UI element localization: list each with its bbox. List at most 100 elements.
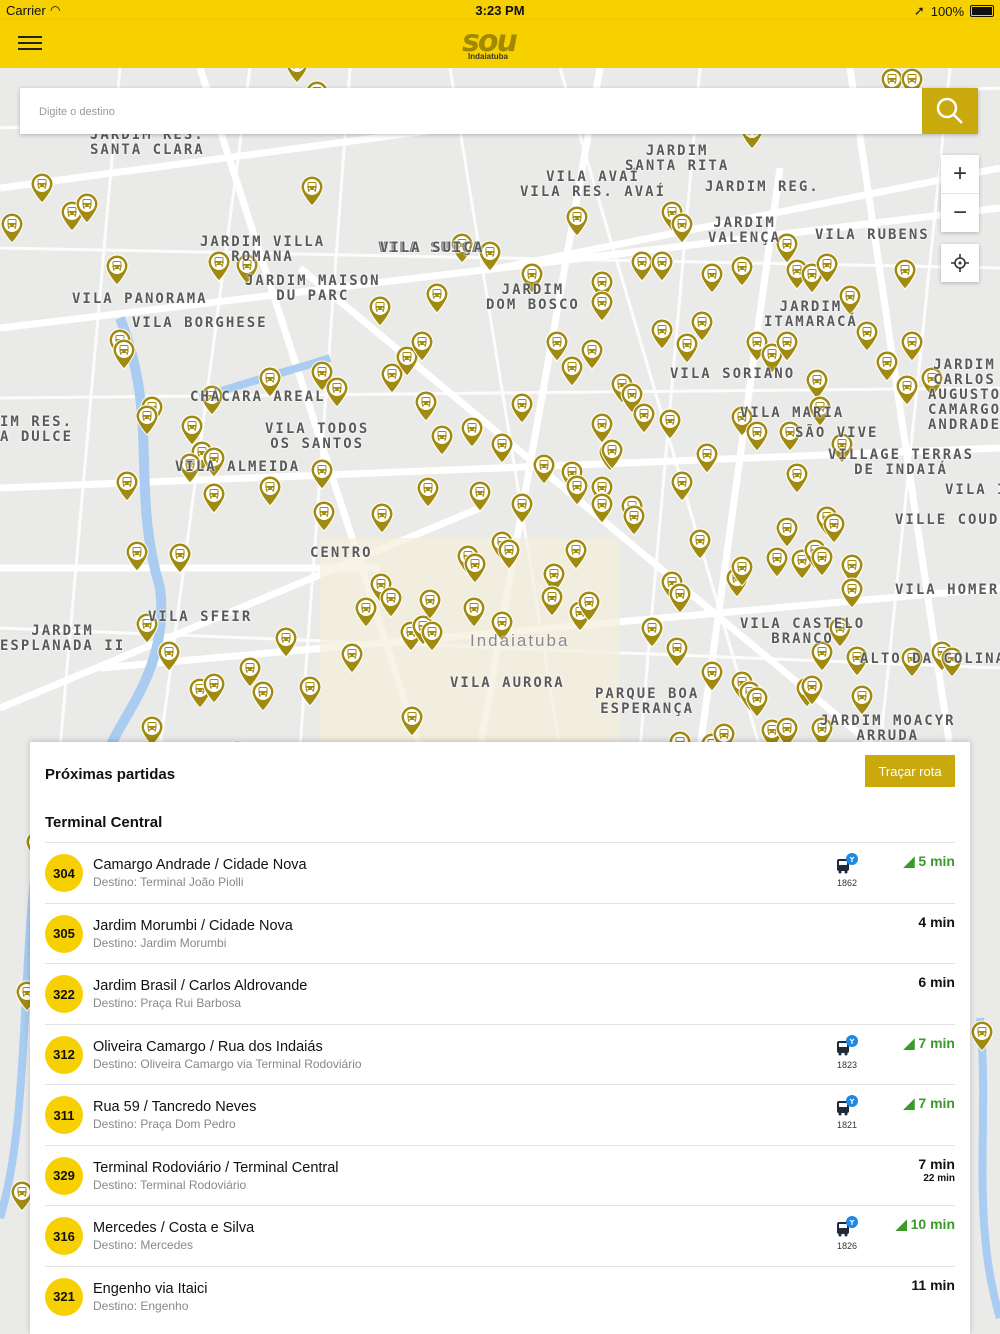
bus-stop-pin-icon[interactable]	[700, 660, 724, 692]
bus-stop-pin-icon[interactable]	[430, 424, 454, 456]
departure-row[interactable]: 322 Jardim Brasil / Carlos Aldrovande Dest…	[45, 963, 955, 1024]
bus-stop-pin-icon[interactable]	[690, 310, 714, 342]
line-number-badge: 312	[45, 1035, 83, 1074]
bus-stop-pin-icon[interactable]	[105, 254, 129, 286]
bus-stop-pin-icon[interactable]	[325, 376, 349, 408]
destination-search-input[interactable]	[20, 88, 921, 136]
bus-stop-pin-icon[interactable]	[112, 338, 136, 370]
bus-stop-pin-icon[interactable]	[900, 330, 924, 362]
departure-row[interactable]: 305 Jardim Morumbi / Cidade Nova Destino: …	[45, 902, 955, 964]
bus-stop-pin-icon[interactable]	[895, 374, 919, 406]
bus-stop-pin-icon[interactable]	[650, 318, 674, 350]
bus-stop-pin-icon[interactable]	[815, 252, 839, 284]
bus-stop-pin-icon[interactable]	[462, 596, 486, 628]
bus-stop-pin-icon[interactable]	[670, 212, 694, 244]
bus-stop-pin-icon[interactable]	[115, 470, 139, 502]
bus-stop-pin-icon[interactable]	[800, 674, 824, 706]
bus-stop-pin-icon[interactable]	[340, 642, 364, 674]
bus-stop-pin-icon[interactable]	[258, 475, 282, 507]
bus-stop-pin-icon[interactable]	[745, 420, 769, 452]
bus-stop-pin-icon[interactable]	[463, 552, 487, 584]
bus-stop-pin-icon[interactable]	[577, 590, 601, 622]
bus-stop-pin-icon[interactable]	[564, 538, 588, 570]
bus-stop-pin-icon[interactable]	[565, 205, 589, 237]
bus-stop-pin-icon[interactable]	[700, 262, 724, 294]
departure-row[interactable]: 329 Terminal Rodoviário / Terminal Centra…	[45, 1144, 955, 1206]
bus-stop-pin-icon[interactable]	[665, 636, 689, 668]
bus-stop-pin-icon[interactable]	[590, 492, 614, 524]
bus-stop-pin-icon[interactable]	[840, 577, 864, 609]
bus-stop-pin-icon[interactable]	[157, 640, 181, 672]
bus-stop-pin-icon[interactable]	[765, 546, 789, 578]
bus-stop-pin-icon[interactable]	[418, 588, 442, 620]
bus-stop-pin-icon[interactable]	[622, 504, 646, 536]
bus-stop-pin-icon[interactable]	[490, 432, 514, 464]
bus-stop-pin-icon[interactable]	[532, 453, 556, 485]
bus-stop-pin-icon[interactable]	[640, 616, 664, 648]
bus-stop-pin-icon[interactable]	[580, 338, 604, 370]
bus-stop-pin-icon[interactable]	[775, 330, 799, 362]
bus-stop-pin-icon[interactable]	[497, 538, 521, 570]
bus-stop-pin-icon[interactable]	[416, 476, 440, 508]
bus-stop-pin-icon[interactable]	[695, 442, 719, 474]
bus-stop-pin-icon[interactable]	[730, 555, 754, 587]
departure-row[interactable]: 312 Oliveira Camargo / Rua dos Indaiás Des…	[45, 1023, 955, 1085]
bus-stop-pin-icon[interactable]	[510, 392, 534, 424]
bus-stop-pin-icon[interactable]	[251, 680, 275, 712]
bus-stop-pin-icon[interactable]	[855, 320, 879, 352]
bus-stop-pin-icon[interactable]	[893, 258, 917, 290]
bus-stop-pin-icon[interactable]	[775, 516, 799, 548]
bus-stop-pin-icon[interactable]	[202, 672, 226, 704]
bus-stop-pin-icon[interactable]	[75, 192, 99, 224]
zoom-in-button[interactable]: +	[941, 155, 979, 193]
bus-stop-pin-icon[interactable]	[135, 404, 159, 436]
bus-stop-pin-icon[interactable]	[379, 586, 403, 618]
bus-stop-pin-icon[interactable]	[425, 282, 449, 314]
departure-row[interactable]: 316 Mercedes / Costa e Silva Destino: Merc…	[45, 1205, 955, 1266]
my-location-button[interactable]	[941, 244, 979, 282]
bus-stop-pin-icon[interactable]	[168, 542, 192, 574]
bus-stop-pin-icon[interactable]	[970, 1020, 994, 1052]
bus-stop-pin-icon[interactable]	[600, 438, 624, 470]
bus-stop-pin-icon[interactable]	[730, 255, 754, 287]
bus-stop-pin-icon[interactable]	[410, 330, 434, 362]
bus-stop-pin-icon[interactable]	[590, 290, 614, 322]
bus-stop-pin-icon[interactable]	[658, 408, 682, 440]
bus-stop-pin-icon[interactable]	[810, 545, 834, 577]
bus-stop-pin-icon[interactable]	[298, 675, 322, 707]
bus-stop-pin-icon[interactable]	[688, 528, 712, 560]
bus-stop-pin-icon[interactable]	[370, 502, 394, 534]
map-area-label: Indaiatuba	[470, 631, 570, 650]
bus-stop-pin-icon[interactable]	[274, 626, 298, 658]
bus-stop-pin-icon[interactable]	[420, 620, 444, 652]
zoom-out-button[interactable]: −	[941, 193, 979, 232]
departure-row[interactable]: 304 Camargo Andrade / Cidade Nova Destino:…	[45, 842, 955, 903]
bus-stop-pin-icon[interactable]	[0, 212, 24, 244]
bus-stop-pin-icon[interactable]	[414, 390, 438, 422]
search-button[interactable]	[922, 88, 978, 134]
bus-stop-pin-icon[interactable]	[125, 540, 149, 572]
bus-stop-pin-icon[interactable]	[540, 585, 564, 617]
hamburger-menu-button[interactable]	[16, 32, 44, 56]
departure-row[interactable]: 311 Rua 59 / Tancredo Neves Destino: Praça…	[45, 1084, 955, 1145]
bus-stop-pin-icon[interactable]	[312, 500, 336, 532]
bus-stop-pin-icon[interactable]	[468, 480, 492, 512]
bus-stop-pin-icon[interactable]	[822, 512, 846, 544]
bus-stop-pin-icon[interactable]	[30, 172, 54, 204]
departure-row[interactable]: 321 Engenho via Itaici Destino: Engenho 11 …	[45, 1265, 955, 1327]
trace-route-button[interactable]: Traçar rota	[865, 755, 955, 787]
bus-stop-pin-icon[interactable]	[300, 175, 324, 207]
bus-stop-pin-icon[interactable]	[785, 462, 809, 494]
bus-stop-pin-icon[interactable]	[202, 482, 226, 514]
bus-stop-pin-icon[interactable]	[670, 470, 694, 502]
bus-stop-pin-icon[interactable]	[668, 582, 692, 614]
bus-stop-pin-icon[interactable]	[745, 686, 769, 718]
bus-stop-pin-icon[interactable]	[400, 705, 424, 737]
bus-stop-pin-icon[interactable]	[850, 684, 874, 716]
bus-stop-pin-icon[interactable]	[565, 474, 589, 506]
bus-stop-pin-icon[interactable]	[510, 492, 534, 524]
bus-stop-pin-icon[interactable]	[460, 416, 484, 448]
bus-stop-pin-icon[interactable]	[632, 402, 656, 434]
bus-stop-pin-icon[interactable]	[650, 250, 674, 282]
bus-stop-pin-icon[interactable]	[310, 458, 334, 490]
